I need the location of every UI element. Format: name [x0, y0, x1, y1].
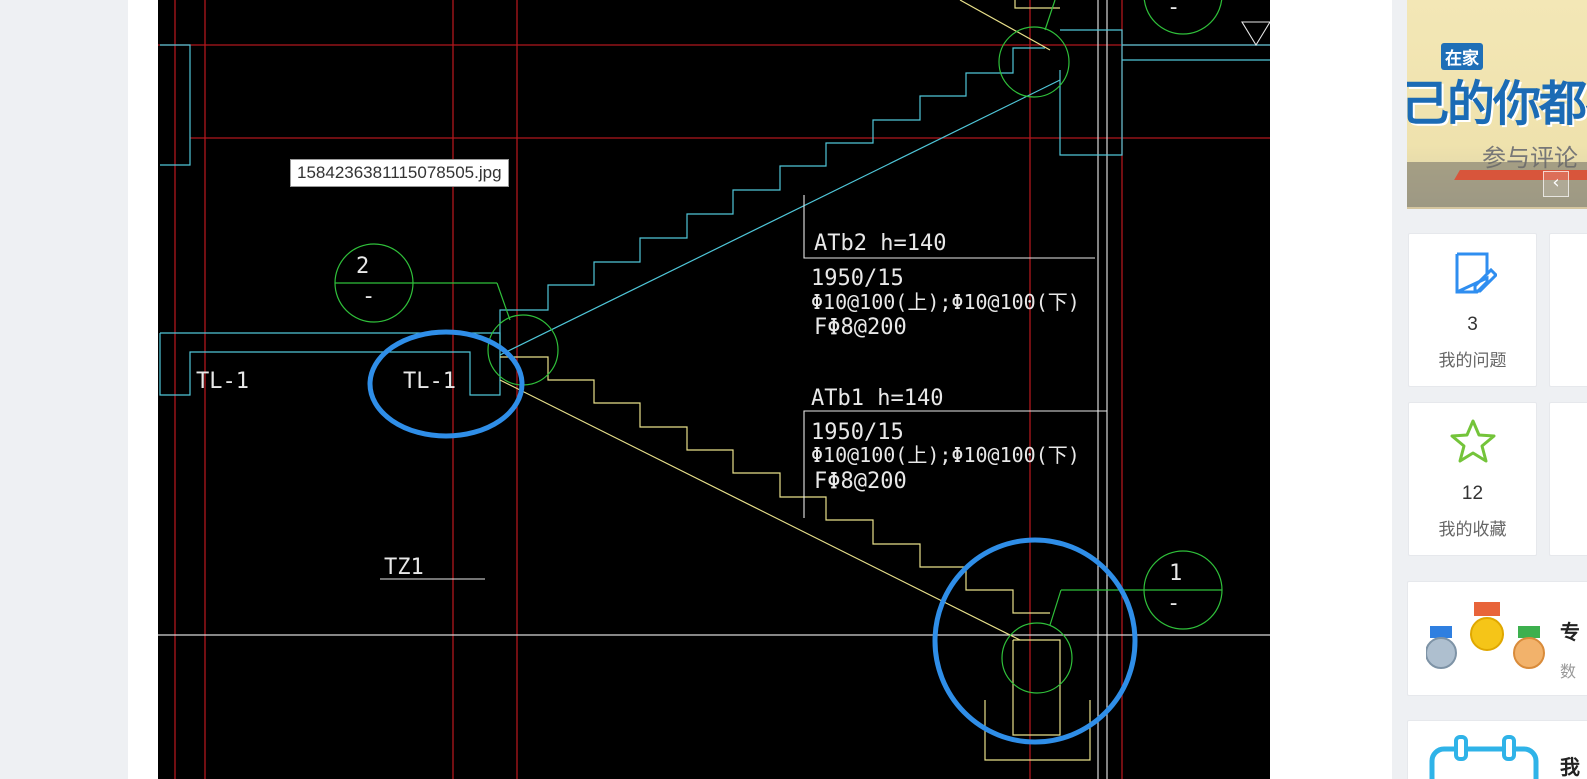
- ranking-card-subtitle: 数: [1560, 664, 1577, 681]
- axis-marker-2-number: 2: [356, 254, 369, 279]
- cad-label-atb2-title: ATb2 h=140: [814, 231, 946, 256]
- my-questions-label: 我的问题: [1438, 351, 1507, 370]
- axis-marker-1-number: 1: [1169, 561, 1182, 586]
- my-questions-count: 3: [1467, 314, 1478, 335]
- stair-upper-flight: [159, 29, 1270, 396]
- my-favorites-card[interactable]: 12 我的收藏: [1408, 402, 1537, 556]
- medals-icon: [1426, 602, 1545, 669]
- my-favorites-label: 我的收藏: [1438, 520, 1507, 539]
- ranking-card[interactable]: 专 数: [1407, 581, 1587, 696]
- cad-label-atb2-line3: FΦ8@200: [814, 315, 907, 340]
- my-questions-card[interactable]: 3 我的问题: [1408, 233, 1537, 387]
- right-sidebar: 在家 己的你都在 参与评论 ‹ 3 我的问题 12 我的收藏: [1392, 0, 1587, 779]
- axis-marker-2-sub: -: [362, 284, 375, 309]
- axis-markers-green: [334, 0, 1223, 694]
- cad-label-atb1-line3: FΦ8@200: [814, 469, 907, 494]
- stat-card-partial-2[interactable]: [1549, 402, 1587, 556]
- grid-lines-red: [158, 0, 1270, 779]
- cad-label-tz1: TZ1: [384, 555, 424, 580]
- edit-note-icon: [1455, 252, 1497, 294]
- cad-label-atb2-line2: Φ10@100(上);Φ10@100(下): [811, 290, 1080, 314]
- my-favorites-count: 12: [1461, 483, 1484, 504]
- promo-banner[interactable]: 在家 己的你都在 参与评论 ‹: [1407, 0, 1587, 209]
- calendar-card[interactable]: 我: [1407, 720, 1587, 779]
- grid-lines-white: [158, 0, 1270, 779]
- cad-label-tl-left: TL-1: [196, 369, 249, 394]
- ranking-card-title: 专: [1560, 622, 1580, 644]
- cad-label-atb1-line1: 1950/15: [811, 420, 904, 445]
- stair-lower-flight: [499, 0, 1091, 761]
- highlight-circle-node1: [932, 537, 1138, 745]
- post-image-cad-drawing[interactable]: ATb2 h=140 1950/15 Φ10@100(上);Φ10@100(下)…: [158, 0, 1270, 779]
- cad-label-atb1-line2: Φ10@100(上);Φ10@100(下): [811, 443, 1080, 467]
- stat-card-partial-1[interactable]: [1549, 233, 1587, 387]
- calendar-icon: [1429, 735, 1539, 779]
- cad-label-atb1-title: ATb1 h=140: [811, 386, 943, 411]
- banner-prev-button[interactable]: ‹: [1543, 171, 1569, 197]
- image-filename-tooltip: 1584236381115078505.jpg: [290, 159, 509, 187]
- cad-label-tl-circled: TL-1: [403, 369, 456, 394]
- cad-label-atb2-line1: 1950/15: [811, 266, 904, 291]
- banner-headline: 己的你都在: [1407, 78, 1587, 131]
- axis-marker-top-sub: -: [1167, 0, 1180, 20]
- calendar-card-title: 我: [1560, 757, 1580, 779]
- annotation-circles-blue: [367, 329, 1138, 745]
- star-icon: [1450, 419, 1496, 463]
- axis-marker-1-sub: -: [1167, 591, 1180, 616]
